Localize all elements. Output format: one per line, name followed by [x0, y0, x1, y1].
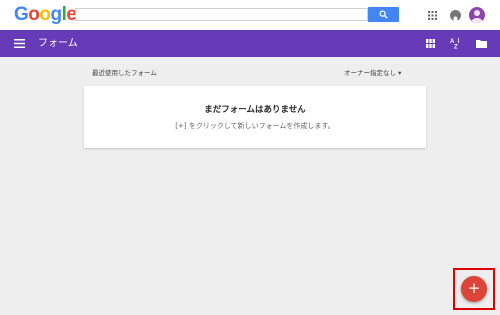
empty-state-description: [+] をクリックして新しいフォームを作成します。 [175, 122, 335, 130]
notifications-icon[interactable] [450, 10, 461, 24]
bell-icon [452, 16, 459, 24]
search-button[interactable] [368, 7, 399, 22]
logo-letter: o [28, 4, 40, 25]
folder-icon[interactable] [476, 39, 487, 48]
logo-letter: o [39, 4, 51, 25]
recent-forms-label: 最近使用したフォーム [92, 69, 157, 77]
search-input[interactable] [75, 8, 368, 21]
apps-grid-icon[interactable] [428, 11, 437, 20]
account-avatar[interactable] [469, 7, 485, 23]
create-form-fab[interactable]: + [461, 276, 487, 302]
empty-state-card: まだフォームはありません [+] をクリックして新しいフォームを作成します。 [84, 86, 426, 148]
user-icon [471, 10, 483, 23]
grid-view-icon[interactable] [426, 39, 435, 48]
forms-app-bar: フォーム A Z [0, 30, 500, 57]
sort-az-icon[interactable]: A Z [450, 37, 460, 49]
owner-filter-dropdown[interactable]: オーナー指定なし ▾ [344, 68, 401, 78]
empty-state-title: まだフォームはありません [204, 105, 306, 115]
menu-icon[interactable] [14, 39, 25, 48]
logo-letter: G [14, 4, 29, 25]
logo-letter: g [50, 4, 63, 25]
google-bar: Google [0, 0, 500, 30]
google-logo[interactable]: Google [14, 3, 77, 27]
app-title: フォーム [38, 38, 78, 49]
search-icon [379, 10, 388, 19]
svg-text:Z: Z [454, 45, 458, 50]
